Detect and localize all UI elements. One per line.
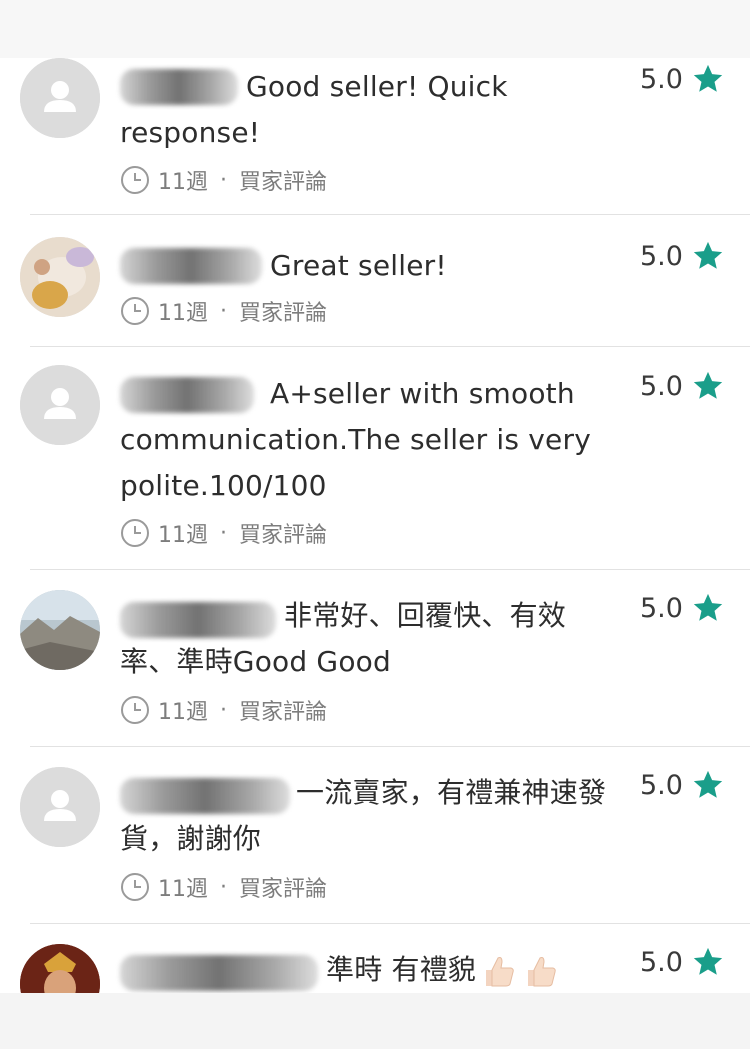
clock-icon bbox=[121, 166, 149, 194]
rating: 5.0 bbox=[640, 369, 725, 403]
user-silhouette-icon bbox=[20, 767, 100, 847]
user-avatar[interactable] bbox=[20, 58, 100, 138]
rating: 5.0 bbox=[640, 239, 725, 273]
review-text: Great seller! bbox=[270, 249, 447, 282]
clock-icon bbox=[121, 696, 149, 724]
meta-separator: · bbox=[220, 697, 227, 723]
user-avatar[interactable] bbox=[20, 365, 100, 445]
user-avatar[interactable] bbox=[20, 767, 100, 847]
rating-score: 5.0 bbox=[640, 63, 683, 95]
review-text: 一流賣家，有禮兼神速發貨，謝謝你 bbox=[120, 776, 607, 855]
meta-separator: · bbox=[220, 874, 227, 900]
rating-score: 5.0 bbox=[640, 592, 683, 624]
review-item: 一流賣家，有禮兼神速發貨，謝謝你 11週 · 買家評論 5.0 bbox=[0, 747, 750, 923]
meta-separator: · bbox=[220, 167, 227, 193]
rating-score: 5.0 bbox=[640, 240, 683, 272]
star-icon bbox=[693, 241, 723, 269]
photo-avatar-icon bbox=[20, 944, 100, 993]
rating-score: 5.0 bbox=[640, 769, 683, 801]
star-icon bbox=[693, 947, 723, 975]
review-source: 買家評論 bbox=[239, 170, 328, 195]
review-age: 11週 bbox=[158, 523, 208, 548]
rating: 5.0 bbox=[640, 768, 725, 802]
star-icon bbox=[693, 371, 723, 399]
review-source: 買家評論 bbox=[239, 700, 328, 725]
review-meta: 11週 · 買家評論 bbox=[120, 165, 327, 195]
review-text: 非常好、回覆快、有效率、準時Good Good bbox=[120, 599, 567, 678]
review-age: 11週 bbox=[158, 170, 208, 195]
rating: 5.0 bbox=[640, 945, 725, 979]
review-item: 準時 有禮貌 5.0 bbox=[0, 924, 750, 993]
review-age: 11週 bbox=[158, 877, 208, 902]
review-source: 買家評論 bbox=[239, 523, 328, 548]
rating-score: 5.0 bbox=[640, 370, 683, 402]
user-avatar[interactable] bbox=[20, 944, 100, 993]
star-icon bbox=[693, 64, 723, 92]
star-icon bbox=[693, 593, 723, 621]
review-age: 11週 bbox=[158, 700, 208, 725]
user-avatar[interactable] bbox=[20, 237, 100, 317]
review-item: Good seller! Quick response! 11週 · 買家評論 … bbox=[0, 58, 750, 215]
meta-separator: · bbox=[220, 298, 227, 324]
review-meta: 11週 · 買家評論 bbox=[120, 872, 327, 902]
review-meta: 11週 · 買家評論 bbox=[120, 695, 327, 725]
clock-icon bbox=[121, 519, 149, 547]
review-list: Good seller! Quick response! 11週 · 買家評論 … bbox=[0, 58, 750, 993]
star-icon bbox=[693, 770, 723, 798]
user-silhouette-icon bbox=[20, 365, 100, 445]
review-text: Good seller! Quick response! bbox=[120, 70, 508, 149]
bottom-bar bbox=[0, 993, 750, 1049]
review-item: A+seller with smooth communication.The s… bbox=[0, 347, 750, 569]
review-source: 買家評論 bbox=[239, 877, 328, 902]
review-meta: 11週 · 買家評論 bbox=[120, 518, 327, 548]
thumbs-up-icon bbox=[528, 957, 556, 987]
review-item: 非常好、回覆快、有效率、準時Good Good 11週 · 買家評論 5.0 bbox=[0, 570, 750, 746]
thumbs-up-icon bbox=[486, 957, 514, 987]
review-age: 11週 bbox=[158, 301, 208, 326]
rating: 5.0 bbox=[640, 62, 725, 96]
user-avatar[interactable] bbox=[20, 590, 100, 670]
review-source: 買家評論 bbox=[239, 301, 328, 326]
clock-icon bbox=[121, 873, 149, 901]
clock-icon bbox=[121, 297, 149, 325]
rating: 5.0 bbox=[640, 591, 725, 625]
photo-avatar-icon bbox=[20, 237, 100, 317]
photo-avatar-icon bbox=[20, 590, 100, 670]
review-item: Great seller! 11週 · 買家評論 5.0 bbox=[0, 215, 750, 346]
review-text: A+seller with smooth communication.The s… bbox=[120, 377, 591, 502]
review-meta: 11週 · 買家評論 bbox=[120, 296, 327, 326]
rating-score: 5.0 bbox=[640, 946, 683, 978]
top-bar bbox=[0, 0, 750, 58]
review-text: 準時 有禮貌 bbox=[120, 947, 640, 993]
meta-separator: · bbox=[220, 520, 227, 546]
user-silhouette-icon bbox=[20, 58, 100, 138]
